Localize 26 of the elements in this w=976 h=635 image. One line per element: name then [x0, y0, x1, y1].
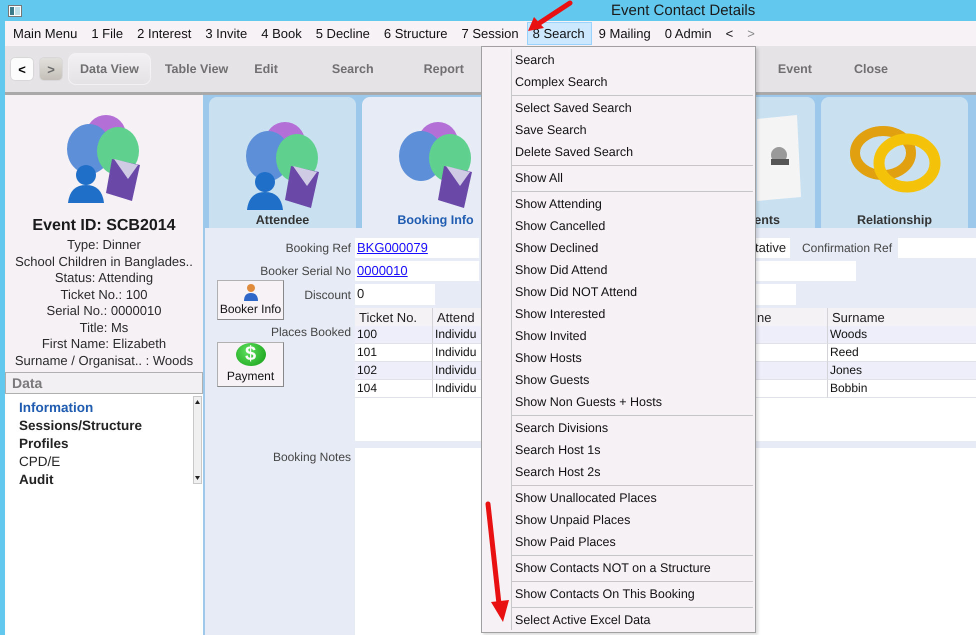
table-cell: 102 [355, 362, 433, 380]
table-cell: 100 [355, 326, 433, 344]
event-id: Event ID: SCB2014 [32, 217, 176, 235]
summary-line: Type: Dinner [67, 237, 141, 254]
table-cell: Bobbin [828, 380, 976, 398]
table-cell: 101 [355, 344, 433, 362]
summary-line: First Name: Elizabeth [42, 336, 166, 352]
field-label: Booker Serial No [259, 264, 351, 278]
table-cell: 104 [355, 380, 433, 398]
summary-line: School Children in Banglades.. [15, 254, 193, 270]
summary-line: Status: Attending [54, 270, 154, 286]
field-label: Discount [303, 288, 351, 302]
field-label: Places Booked [270, 325, 351, 339]
field-label: Confirmation Ref [802, 241, 892, 255]
table-cell: Reed [828, 344, 976, 362]
field-label: Booking Ref [284, 241, 351, 255]
table-cell: Woods [828, 326, 976, 344]
summary-line: Title: Ms [80, 320, 128, 336]
table-cell: Jones [828, 362, 976, 380]
field-label: Booking Notes [272, 450, 351, 464]
window-title: Event Contact Details [611, 2, 756, 19]
dollar-coin-icon: $ [236, 343, 266, 366]
summary-line: Surname / Organisat.. : Woods [14, 352, 194, 369]
summary-line: Serial No.: 0000010 [46, 303, 162, 320]
summary-line: Ticket No.: 100 [60, 286, 148, 303]
section-header: Data [5, 372, 203, 394]
